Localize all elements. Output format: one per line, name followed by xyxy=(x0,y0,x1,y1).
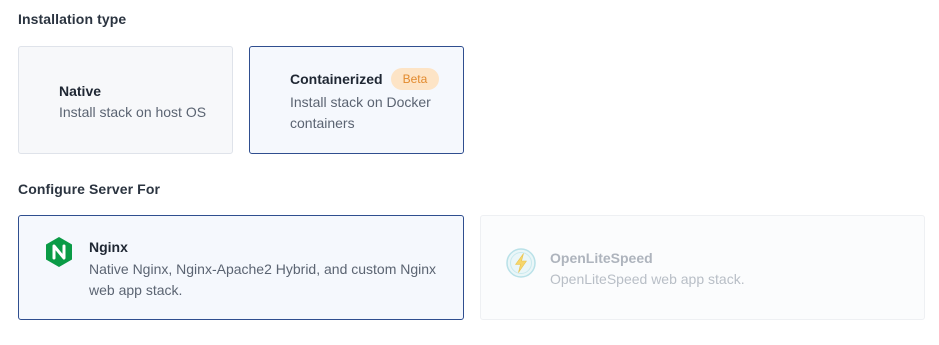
openlitespeed-option-card: OpenLiteSpeed OpenLiteSpeed web app stac… xyxy=(480,215,925,320)
native-option-title: Native xyxy=(59,83,102,99)
openlitespeed-logo-icon xyxy=(505,247,537,279)
containerized-option-card[interactable]: Containerized Beta Install stack on Dock… xyxy=(249,46,464,154)
installation-type-heading: Installation type xyxy=(18,11,127,27)
beta-badge: Beta xyxy=(390,68,440,90)
containerized-option-description: Install stack on Docker containers xyxy=(290,94,431,131)
nginx-option-title: Nginx xyxy=(89,239,128,255)
containerized-title-row: Containerized Beta xyxy=(290,68,440,90)
openlitespeed-option-title: OpenLiteSpeed xyxy=(550,250,653,266)
nginx-logo-icon xyxy=(44,236,74,268)
containerized-option-title: Containerized xyxy=(290,71,383,87)
native-option-description: Install stack on host OS xyxy=(59,104,207,120)
nginx-option-card[interactable]: Nginx Native Nginx, Nginx-Apache2 Hybrid… xyxy=(18,215,464,320)
openlitespeed-option-description: OpenLiteSpeed web app stack. xyxy=(550,271,745,287)
nginx-option-description: Native Nginx, Nginx-Apache2 Hybrid, and … xyxy=(89,261,437,298)
configure-server-heading: Configure Server For xyxy=(18,181,161,197)
native-option-card[interactable]: Native Install stack on host OS xyxy=(18,46,233,154)
